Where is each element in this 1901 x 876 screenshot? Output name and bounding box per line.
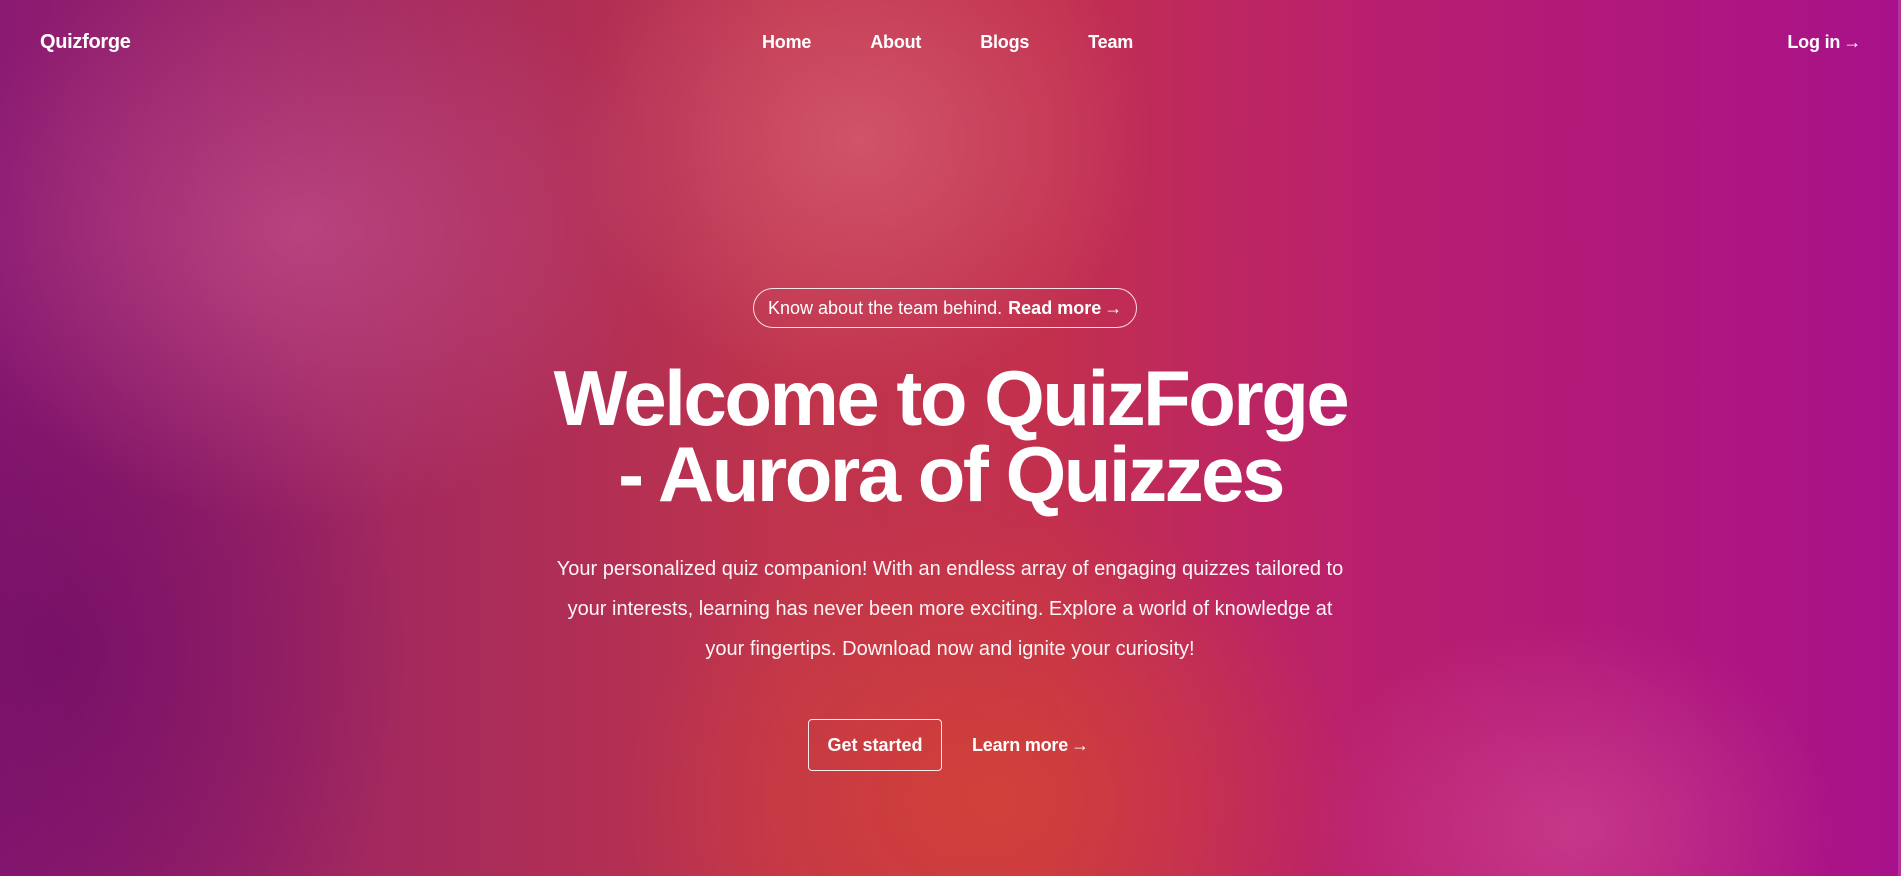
top-navbar: Quizforge Home About Blogs Team Log in → [0,0,1901,88]
nav-link-blogs[interactable]: Blogs [980,32,1029,53]
announcement-text: Know about the team behind. [768,297,1003,318]
hero-subtitle: Your personalized quiz companion! With a… [525,549,1375,669]
login-link[interactable]: Log in → [1787,32,1861,53]
arrow-right-icon: → [1843,32,1861,52]
nav-link-home[interactable]: Home [762,32,811,53]
hero-title: Welcome to QuizForge - Aurora of Quizzes [0,359,1901,513]
read-more-link[interactable]: Read more → [1008,298,1122,319]
hero-actions: Get started Learn more → [808,719,1089,771]
main-menu: Home About Blogs Team [762,32,1133,53]
learn-more-label: Learn more [972,734,1069,755]
arrow-right-icon: → [1104,297,1123,318]
nav-link-about[interactable]: About [870,32,921,53]
arrow-right-icon: → [1071,734,1089,755]
hero-subtitle-line-1: Your personalized quiz companion! With a… [556,558,1344,580]
learn-more-link[interactable]: Learn more → [972,735,1089,756]
hero-subtitle-line-2: your interests, learning has never been … [567,598,1333,620]
announcement-pill: Know about the team behind. Read more → [753,288,1138,328]
get-started-button[interactable]: Get started [808,719,942,771]
hero-title-line-1: Welcome to QuizForge [553,354,1350,442]
nav-link-team[interactable]: Team [1088,32,1133,53]
hero-title-line-2: - Aurora of Quizzes [618,430,1285,518]
brand-logo-link[interactable]: Quizforge [40,31,131,54]
login-label: Log in [1787,32,1841,52]
hero-subtitle-line-3: your fingertips. Download now and ignite… [705,638,1195,660]
read-more-label: Read more [1008,297,1102,318]
